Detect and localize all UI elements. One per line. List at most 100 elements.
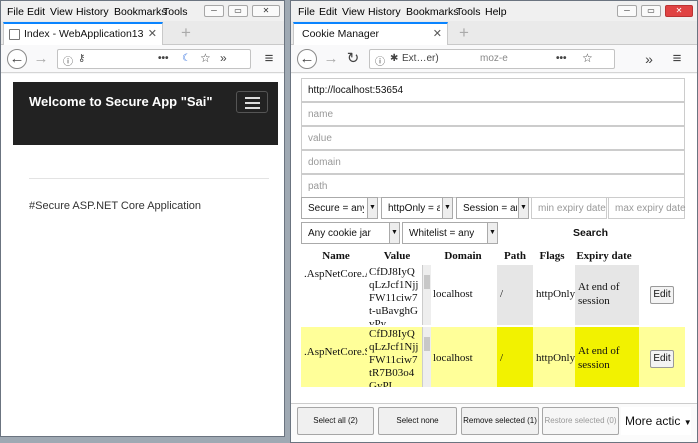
table-row[interactable]: .AspNetCore.Antiforgery.foqwguVa6mk CfDJ… — [301, 265, 685, 325]
page-actions-icon[interactable]: ••• — [556, 53, 567, 64]
value-scrollbar[interactable] — [422, 265, 431, 325]
cookie-value: CfDJ8IyQqLzJcf1NjjFW11ciw7tR7B03o4GyPL — [369, 328, 419, 387]
url-bar[interactable]: ⓘ ⚷ ••• ☾ ☆ » — [57, 49, 251, 69]
cookie-domain: localhost — [433, 352, 473, 364]
domain-placeholder: domain — [308, 157, 341, 168]
min-expiry-input[interactable]: min expiry date — [531, 197, 607, 219]
path-input[interactable]: path — [301, 174, 685, 198]
dropdown-arrow-icon: ▼ — [389, 223, 399, 243]
close-window-icon[interactable]: ✕ — [665, 5, 693, 17]
maximize-icon[interactable]: ▭ — [228, 5, 248, 17]
value-scrollbar[interactable] — [422, 327, 431, 387]
forward-icon[interactable]: → — [321, 49, 341, 69]
menu-file[interactable]: File — [298, 6, 315, 18]
close-window-icon[interactable]: ✕ — [252, 5, 280, 17]
host-value: http://localhost:53654 — [308, 85, 404, 96]
minimize-icon[interactable]: ─ — [617, 5, 637, 17]
header-name[interactable]: Name — [306, 250, 366, 262]
domain-input[interactable]: domain — [301, 150, 685, 174]
menu-hamburger-icon[interactable]: ≡ — [259, 49, 279, 69]
cookie-manager-page: http://localhost:53654 name value domain… — [291, 74, 697, 403]
name-placeholder: name — [308, 109, 334, 120]
site-brand[interactable]: Welcome to Secure App "Sai" — [29, 94, 213, 109]
menu-view[interactable]: View — [342, 6, 365, 18]
header-flags[interactable]: Flags — [533, 250, 571, 262]
menu-edit[interactable]: Edit — [319, 6, 337, 18]
extension-label: Ext…er) — [402, 53, 439, 64]
divider — [29, 178, 269, 179]
edit-button[interactable]: Edit — [650, 286, 674, 304]
overflow-chevron-icon[interactable]: » — [639, 49, 659, 69]
overflow-chevron-icon[interactable]: » — [220, 51, 227, 65]
menu-bookmarks[interactable]: Bookmarks — [406, 6, 459, 18]
menu-file[interactable]: File — [7, 6, 24, 18]
session-filter-select[interactable]: Session = any ▼ — [456, 197, 529, 219]
minimize-icon[interactable]: ─ — [204, 5, 224, 17]
host-field[interactable]: http://localhost:53654 — [301, 78, 685, 102]
menu-edit[interactable]: Edit — [27, 6, 45, 18]
back-icon[interactable]: ← — [297, 49, 317, 69]
new-tab-icon[interactable]: + — [459, 23, 469, 43]
tab-strip: Cookie Manager ✕ + — [291, 21, 697, 45]
dropdown-arrow-icon: ▼ — [683, 418, 691, 427]
menu-hamburger-icon[interactable]: ≡ — [667, 49, 687, 69]
restore-selected-button: Restore selected (0) — [542, 407, 619, 435]
bookmark-star-icon[interactable]: ☆ — [200, 51, 211, 65]
back-icon[interactable]: ← — [7, 49, 27, 69]
cookie-table-header: Name Value Domain Path Flags Expiry date — [301, 248, 685, 266]
name-input[interactable]: name — [301, 102, 685, 126]
whitelist-select[interactable]: Whitelist = any ▼ — [402, 222, 498, 244]
url-text[interactable]: moz-e — [480, 53, 508, 64]
new-tab-icon[interactable]: + — [181, 23, 191, 43]
menu-tools[interactable]: Tools — [456, 6, 481, 18]
menu-history[interactable]: History — [368, 6, 401, 18]
max-expiry-input[interactable]: max expiry date — [608, 197, 686, 219]
navbar-toggle-icon[interactable] — [236, 91, 268, 113]
header-path[interactable]: Path — [497, 250, 533, 262]
value-input[interactable]: value — [301, 126, 685, 150]
pocket-icon[interactable]: ☾ — [182, 53, 191, 64]
tab-index[interactable]: Index - WebApplication13 ✕ — [3, 22, 163, 45]
menu-bookmarks[interactable]: Bookmarks — [114, 6, 167, 18]
cookie-domain: localhost — [433, 288, 473, 300]
page-actions-icon[interactable]: ••• — [158, 53, 169, 64]
cookie-value-box[interactable]: CfDJ8IyQqLzJcf1NjjFW11ciw7t-uBavghGvPy — [367, 265, 431, 325]
tab-cookie-manager[interactable]: Cookie Manager ✕ — [293, 22, 448, 45]
cookie-jar-select[interactable]: Any cookie jar ▼ — [301, 222, 400, 244]
url-bar[interactable]: ⓘ ✱ Ext…er) moz-e ••• ☆ — [369, 49, 615, 69]
tab-strip: Index - WebApplication13 ✕ + — [1, 21, 284, 45]
select-none-button[interactable]: Select none — [378, 407, 457, 435]
header-value[interactable]: Value — [365, 250, 429, 262]
action-bar: Select all (2) Select none Remove select… — [291, 403, 697, 442]
remove-selected-button[interactable]: Remove selected (1) — [461, 407, 539, 435]
menu-help[interactable]: Help — [485, 6, 507, 18]
httponly-filter-select[interactable]: httpOnly = any ▼ — [381, 197, 453, 219]
info-icon[interactable]: ⓘ — [375, 53, 385, 68]
header-expiry[interactable]: Expiry date — [571, 250, 637, 262]
select-all-button[interactable]: Select all (2) — [297, 407, 374, 435]
more-actions-button[interactable]: More actic ▼ — [621, 407, 691, 435]
reload-icon[interactable]: ↻ — [343, 49, 363, 69]
forward-icon[interactable]: → — [31, 49, 51, 69]
table-row-selected[interactable]: .AspNetCore.Session CfDJ8IyQqLzJcf1NjjFW… — [301, 327, 685, 387]
cookie-value-box[interactable]: CfDJ8IyQqLzJcf1NjjFW11ciw7tR7B03o4GyPL — [367, 327, 431, 387]
search-button[interactable]: Search — [573, 227, 608, 239]
dropdown-arrow-icon: ▼ — [518, 198, 528, 218]
min-expiry-placeholder: min expiry date — [538, 203, 606, 214]
maximize-icon[interactable]: ▭ — [641, 5, 661, 17]
bookmark-star-icon[interactable]: ☆ — [582, 51, 593, 65]
menu-history[interactable]: History — [76, 6, 109, 18]
dropdown-arrow-icon: ▼ — [487, 223, 497, 243]
page-heading: #Secure ASP.NET Core Application — [29, 200, 202, 212]
tab-close-icon[interactable]: ✕ — [433, 27, 442, 40]
menu-bar: File Edit View History Bookmarks Tools ─… — [1, 1, 284, 21]
menu-tools[interactable]: Tools — [163, 6, 188, 18]
info-icon[interactable]: ⓘ — [63, 53, 73, 68]
menu-view[interactable]: View — [50, 6, 73, 18]
tab-close-icon[interactable]: ✕ — [148, 27, 157, 40]
header-domain[interactable]: Domain — [431, 250, 495, 262]
secure-filter-select[interactable]: Secure = any ▼ — [301, 197, 378, 219]
page-icon — [9, 29, 20, 40]
edit-button[interactable]: Edit — [650, 350, 674, 368]
cookie-path: / — [497, 327, 533, 387]
